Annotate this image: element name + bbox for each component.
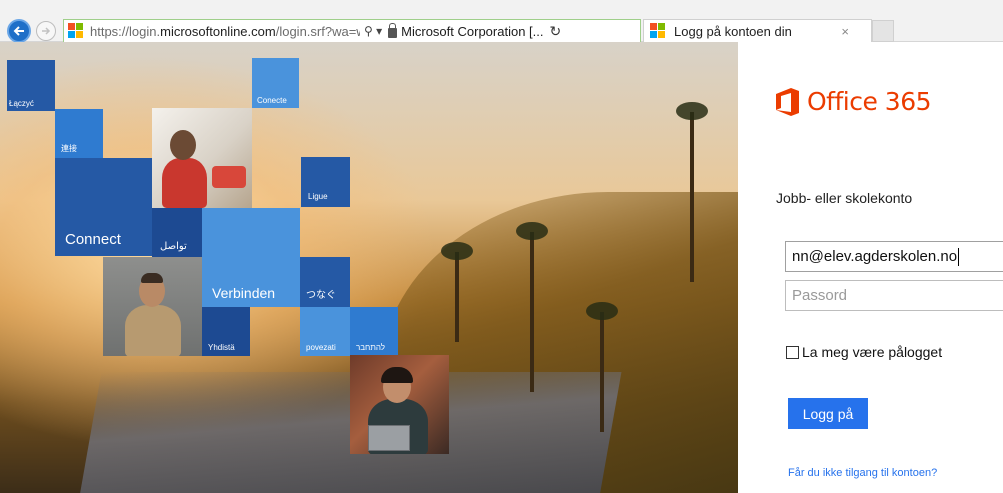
tile-yhdista: Yhdistä	[202, 307, 250, 356]
tab-favicon-icon	[650, 23, 666, 39]
tile-ligue: Ligue	[301, 157, 350, 207]
keep-signed-in-checkbox[interactable]	[786, 345, 799, 359]
url-text[interactable]: https://login.microsoftonline.com/login.…	[90, 24, 360, 39]
back-button[interactable]	[7, 19, 31, 43]
certificate-info[interactable]: Microsoft Corporation [...	[388, 22, 543, 39]
palm-tree	[676, 102, 708, 282]
tile-lianjie: 連接	[55, 109, 103, 158]
palm-tree	[441, 242, 473, 342]
brand-title: Office 365	[807, 87, 932, 116]
text-cursor	[958, 247, 960, 266]
search-dropdown-icon[interactable]: ⚲ ▾	[364, 24, 382, 38]
tile-tsunagu: つなぐ	[300, 257, 350, 307]
microsoft-logo-icon	[68, 23, 84, 39]
email-field[interactable]: nn@elev.agderskolen.no	[785, 241, 1003, 272]
address-bar[interactable]: https://login.microsoftonline.com/login.…	[63, 19, 641, 43]
tile-conecte: Conecte	[252, 58, 299, 108]
tile-lehitchaber: להתחבר	[350, 307, 398, 356]
keep-signed-in[interactable]: La meg være pålogget	[786, 344, 942, 360]
forward-arrow-icon	[42, 27, 51, 35]
tile-povezati: povezati	[300, 307, 350, 356]
palm-tree	[516, 222, 548, 392]
password-field[interactable]: Passord	[785, 280, 1003, 311]
back-arrow-icon	[13, 26, 24, 36]
forward-button[interactable]	[36, 21, 56, 41]
photo-woman-with-laptop	[350, 355, 449, 454]
new-tab-button[interactable]	[872, 20, 894, 42]
browser-tab[interactable]: Logg på kontoen din ×	[643, 19, 872, 43]
palm-tree	[586, 302, 618, 432]
photo-man-with-phone	[103, 257, 202, 356]
tab-close-icon[interactable]: ×	[841, 24, 849, 39]
office-logo-icon	[776, 87, 799, 116]
tile-connect: Connect	[55, 158, 152, 256]
office365-logo: Office 365	[776, 87, 932, 116]
sign-in-button[interactable]: Logg på	[788, 398, 868, 429]
browser-toolbar: https://login.microsoftonline.com/login.…	[0, 0, 1003, 43]
refresh-icon[interactable]: ↻	[549, 23, 561, 40]
tile-tawasal: تواصل	[152, 208, 202, 257]
tab-title: Logg på kontoen din	[674, 23, 792, 39]
cant-access-account-link[interactable]: Får du ikke tilgang til kontoen?	[788, 467, 937, 479]
lock-icon	[388, 22, 398, 38]
tile-verbinden: Verbinden	[202, 208, 300, 307]
login-panel: Office 365 Jobb- eller skolekonto nn@ele…	[738, 42, 1003, 493]
hero-background: Łączyć Conecte 連接 Ligue Connect تواصل Ve…	[0, 42, 738, 493]
tile-laczyc: Łączyć	[7, 60, 55, 111]
photo-woman-drinking	[152, 108, 252, 208]
account-type-label: Jobb- eller skolekonto	[776, 190, 913, 206]
